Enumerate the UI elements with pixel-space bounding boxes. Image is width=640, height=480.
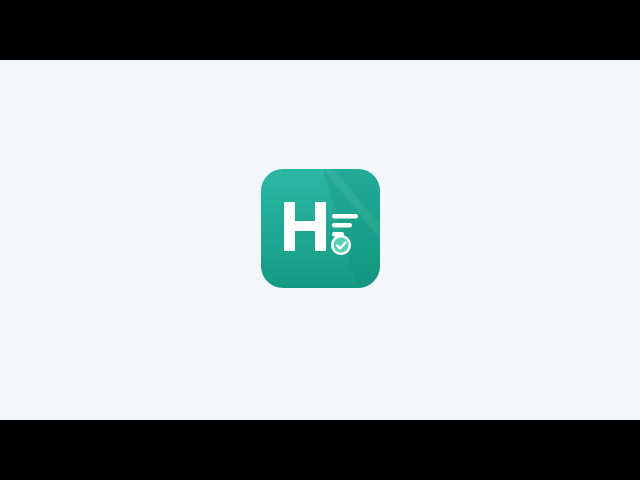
letterbox-bottom [0, 420, 640, 480]
check-badge-icon [331, 235, 351, 255]
splash-stage [0, 60, 640, 420]
screen [0, 0, 640, 480]
app-logo-icon [261, 169, 380, 288]
letterbox-top [0, 0, 640, 60]
